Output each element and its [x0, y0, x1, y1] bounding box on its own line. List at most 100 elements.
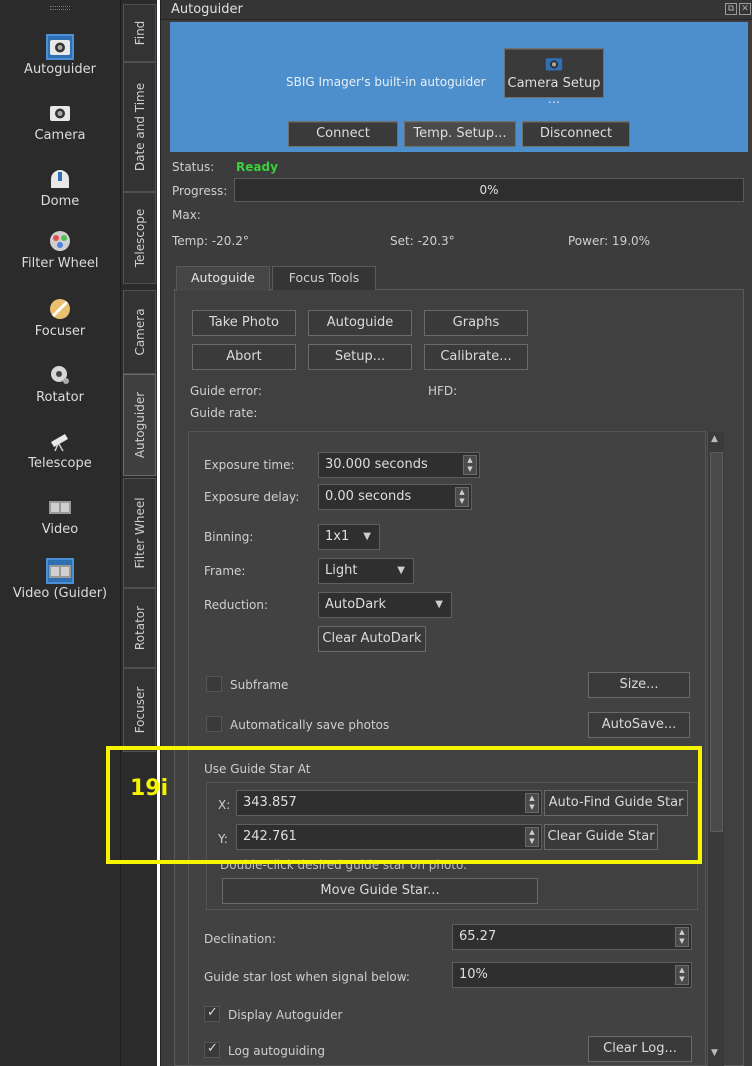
tab-telescope[interactable]: Telescope — [123, 192, 156, 284]
declination-field[interactable]: 65.27 ▲ ▼ — [452, 924, 692, 950]
scrollbar-thumb[interactable] — [710, 452, 723, 832]
exposure-time-value: 30.000 seconds — [325, 457, 428, 472]
exposure-delay-value: 0.00 seconds — [325, 489, 412, 504]
sidebar-item-label: Telescope — [28, 456, 92, 471]
sidebar-item-label: Camera — [34, 128, 86, 143]
scroll-up-icon[interactable]: ▲ — [711, 434, 718, 444]
tab-filter-wheel[interactable]: Filter Wheel — [123, 478, 156, 588]
vertical-tab-strip: Find Date and Time Telescope Camera Auto… — [120, 0, 157, 1066]
sidebar-item-label: Video — [41, 522, 79, 537]
size-button[interactable]: Size... — [588, 672, 690, 698]
autoguide-button[interactable]: Autoguide — [308, 310, 412, 336]
connect-button[interactable]: Connect — [288, 121, 398, 147]
video-icon — [46, 558, 74, 584]
chevron-down-icon: ▼ — [363, 531, 371, 542]
camera-setup-label: Camera Setup ... — [507, 76, 601, 107]
graphs-button[interactable]: Graphs — [424, 310, 528, 336]
setup-button[interactable]: Setup... — [308, 344, 412, 370]
guide-error-label: Guide error: — [190, 384, 262, 398]
camera-icon — [46, 34, 74, 60]
temp-readout: Temp: -20.2° — [172, 234, 249, 248]
rotator-icon — [51, 366, 69, 384]
camera-icon — [50, 106, 70, 121]
sidebar-item-camera[interactable]: Camera — [0, 102, 120, 143]
log-autoguiding-checkbox[interactable] — [204, 1041, 220, 1058]
camera-setup-button[interactable]: Camera Setup ... — [504, 48, 604, 107]
display-autoguider-checkbox[interactable] — [204, 1005, 220, 1022]
subframe-checkbox[interactable] — [206, 676, 222, 692]
spin-arrows-icon[interactable]: ▲ ▼ — [675, 965, 689, 985]
autosave-label: Automatically save photos — [230, 718, 390, 732]
tab-label: Camera — [132, 308, 147, 356]
tab-label: Autoguider — [132, 391, 147, 459]
sidebar-item-dome[interactable]: Dome — [0, 168, 120, 209]
sidebar-item-label: Rotator — [36, 390, 84, 405]
tab-focuser[interactable]: Focuser — [123, 668, 156, 752]
spin-arrows-icon[interactable]: ▲ ▼ — [455, 487, 469, 507]
tab-autoguide[interactable]: Autoguide — [176, 266, 270, 291]
lost-signal-label: Guide star lost when signal below: — [204, 970, 410, 984]
sidebar-item-video-guider[interactable]: Video (Guider) — [0, 558, 120, 601]
set-readout: Set: -20.3° — [390, 234, 455, 248]
window-titlebar: Autoguider ⧉ ✕ — [161, 0, 752, 20]
autosave-button[interactable]: AutoSave... — [588, 712, 690, 738]
vertical-scrollbar[interactable]: ▲ ▼ — [707, 432, 724, 1066]
move-guide-star-button[interactable]: Move Guide Star... — [222, 878, 538, 904]
sidebar-item-filter-wheel[interactable]: Filter Wheel — [0, 230, 120, 271]
declination-value: 65.27 — [459, 929, 497, 944]
focuser-icon — [50, 299, 70, 319]
scroll-down-icon[interactable]: ▼ — [711, 1048, 718, 1058]
lost-signal-field[interactable]: 10% ▲ ▼ — [452, 962, 692, 988]
exposure-time-label: Exposure time: — [204, 458, 295, 472]
reduction-select[interactable]: AutoDark ▼ — [318, 592, 452, 618]
take-photo-button[interactable]: Take Photo — [192, 310, 296, 336]
float-icon[interactable]: ⧉ — [725, 3, 737, 15]
dome-icon — [51, 170, 69, 188]
tab-camera[interactable]: Camera — [123, 290, 156, 374]
sidebar-item-telescope[interactable]: Telescope — [0, 430, 120, 471]
window-title: Autoguider — [171, 2, 243, 17]
calibrate-button[interactable]: Calibrate... — [424, 344, 528, 370]
sidebar-item-rotator[interactable]: Rotator — [0, 364, 120, 405]
guide-rate-label: Guide rate: — [190, 406, 258, 420]
clear-log-button[interactable]: Clear Log... — [588, 1036, 692, 1062]
progress-bar: 0% — [234, 178, 744, 202]
disconnect-button[interactable]: Disconnect — [522, 121, 630, 147]
binning-value: 1x1 — [325, 529, 350, 544]
status-label: Status: — [172, 160, 215, 174]
tab-date-and-time[interactable]: Date and Time — [123, 62, 156, 192]
sidebar-item-focuser[interactable]: Focuser — [0, 298, 120, 339]
tab-rotator[interactable]: Rotator — [123, 588, 156, 668]
spin-arrows-icon[interactable]: ▲ ▼ — [675, 927, 689, 947]
display-autoguider-label: Display Autoguider — [228, 1008, 343, 1022]
binning-select[interactable]: 1x1 ▼ — [318, 524, 380, 550]
annotation-highlight-box — [106, 746, 702, 864]
log-autoguiding-label: Log autoguiding — [228, 1044, 325, 1058]
tab-find[interactable]: Find — [123, 4, 156, 62]
spin-arrows-icon[interactable]: ▲ ▼ — [463, 455, 477, 475]
lost-signal-value: 10% — [459, 967, 488, 982]
close-icon[interactable]: ✕ — [739, 3, 751, 15]
frame-select[interactable]: Light ▼ — [318, 558, 414, 584]
sidebar-item-label: Filter Wheel — [21, 256, 99, 271]
reduction-label: Reduction: — [204, 598, 269, 612]
sidebar-item-label: Video (Guider) — [12, 586, 108, 601]
sidebar-item-video[interactable]: Video — [0, 496, 120, 537]
tab-label: Date and Time — [132, 82, 147, 172]
chevron-down-icon: ▼ — [397, 565, 405, 576]
tab-focus-tools[interactable]: Focus Tools — [272, 266, 376, 290]
abort-button[interactable]: Abort — [192, 344, 296, 370]
exposure-delay-field[interactable]: 0.00 seconds ▲ ▼ — [318, 484, 472, 510]
sidebar-item-label: Autoguider — [24, 62, 96, 77]
sidebar-item-label: Focuser — [34, 324, 86, 339]
autosave-checkbox[interactable] — [206, 716, 222, 732]
sidebar-item-autoguider[interactable]: Autoguider — [0, 34, 120, 77]
temp-setup-button[interactable]: Temp. Setup... — [404, 121, 516, 147]
clear-autodark-button[interactable]: Clear AutoDark — [318, 626, 426, 652]
drag-grip[interactable] — [50, 6, 70, 10]
tab-autoguider[interactable]: Autoguider — [123, 374, 156, 476]
exposure-time-field[interactable]: 30.000 seconds ▲ ▼ — [318, 452, 480, 478]
video-icon — [49, 501, 71, 514]
device-sidebar: Autoguider Camera Dome Filter Wheel Focu… — [0, 0, 120, 1066]
tab-label: Telescope — [132, 208, 147, 268]
